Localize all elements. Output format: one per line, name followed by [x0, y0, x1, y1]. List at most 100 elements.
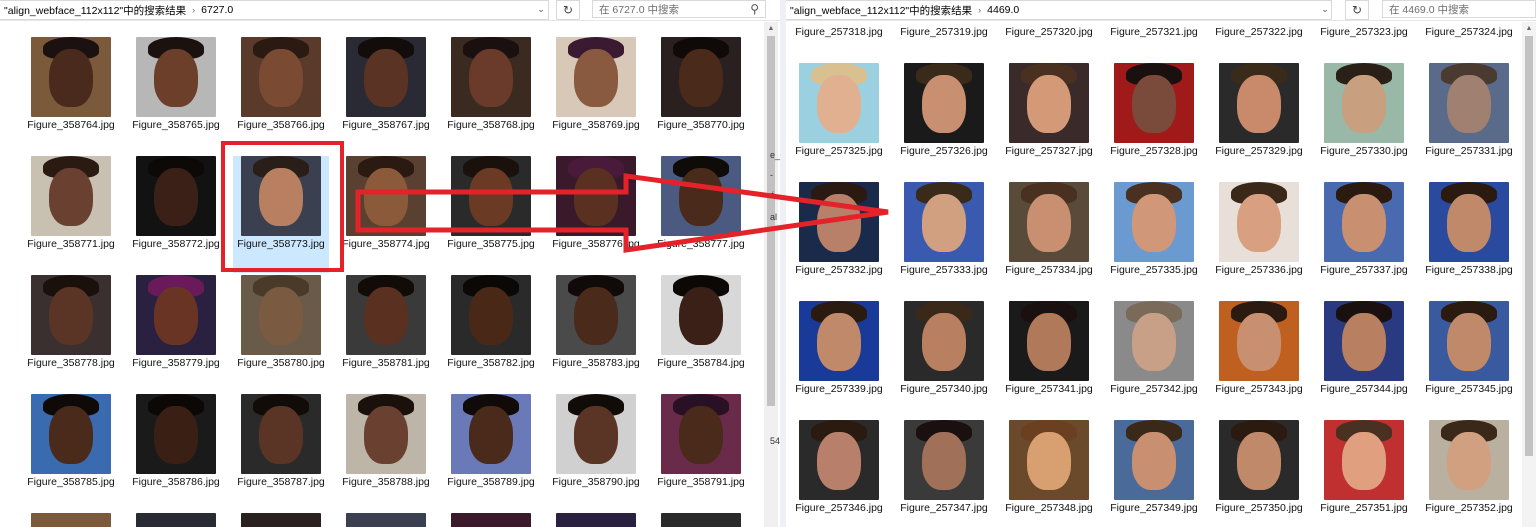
- thumbnail-face: [817, 194, 861, 252]
- file-item[interactable]: Figure_257347.jpg: [896, 420, 992, 515]
- file-item[interactable]: Figure_358787.jpg: [233, 394, 329, 489]
- file-item[interactable]: Figure_257335.jpg: [1106, 182, 1202, 277]
- file-item[interactable]: Figure_358767.jpg: [338, 37, 434, 132]
- file-item[interactable]: Figure_358772.jpg: [128, 156, 224, 251]
- file-item[interactable]: Figure_257349.jpg: [1106, 420, 1202, 515]
- search-placeholder: 在 4469.0 中搜索: [1389, 3, 1469, 16]
- image-thumbnail: [904, 301, 984, 381]
- file-item[interactable]: Figure_257328.jpg: [1106, 63, 1202, 158]
- file-name: Figure_358775.jpg: [447, 238, 535, 250]
- background-window-text: e_: [770, 150, 781, 160]
- breadcrumb-search-results[interactable]: "align_webface_112x112"中的搜索结果: [786, 3, 976, 18]
- file-item[interactable]: Figure_358791.jpg: [653, 394, 749, 489]
- file-item[interactable]: Figure_257342.jpg: [1106, 301, 1202, 396]
- file-item[interactable]: Figure_358785.jpg: [23, 394, 119, 489]
- file-item[interactable]: Figure_257339.jpg: [791, 301, 887, 396]
- file-item[interactable]: Figure_358766.jpg: [233, 37, 329, 132]
- thumbnail-face: [679, 168, 723, 226]
- chevron-down-icon[interactable]: ⌄: [534, 2, 548, 16]
- chevron-right-icon: ›: [192, 5, 196, 15]
- chevron-down-icon[interactable]: ⌄: [1318, 2, 1332, 16]
- file-item[interactable]: Figure_257338.jpg: [1421, 182, 1517, 277]
- file-item[interactable]: Figure_358769.jpg: [548, 37, 644, 132]
- scroll-up-icon[interactable]: ▲: [764, 22, 778, 34]
- file-item[interactable]: Figure_257350.jpg: [1211, 420, 1307, 515]
- file-item[interactable]: Figure_257327.jpg: [1001, 63, 1097, 158]
- file-item[interactable]: Figure_257329.jpg: [1211, 63, 1307, 158]
- file-item[interactable]: Figure_358786.jpg: [128, 394, 224, 489]
- file-item[interactable]: Figure_358775.jpg: [443, 156, 539, 251]
- scroll-up-icon[interactable]: ▲: [1522, 22, 1536, 34]
- file-item[interactable]: Figure_358780.jpg: [233, 275, 329, 370]
- thumbnail-face: [49, 49, 93, 107]
- file-name[interactable]: Figure_257323.jpg: [1316, 26, 1412, 39]
- file-item[interactable]: Figure_358790.jpg: [548, 394, 644, 489]
- scrollbar-thumb[interactable]: [1525, 36, 1533, 456]
- file-item[interactable]: Figure_257332.jpg: [791, 182, 887, 277]
- file-item[interactable]: Figure_358779.jpg: [128, 275, 224, 370]
- image-thumbnail: [1429, 63, 1509, 143]
- file-item[interactable]: Figure_257325.jpg: [791, 63, 887, 158]
- file-item[interactable]: Figure_358788.jpg: [338, 394, 434, 489]
- file-name[interactable]: Figure_257320.jpg: [1001, 26, 1097, 39]
- file-item[interactable]: Figure_257341.jpg: [1001, 301, 1097, 396]
- file-item[interactable]: Figure_358778.jpg: [23, 275, 119, 370]
- file-item[interactable]: Figure_358781.jpg: [338, 275, 434, 370]
- search-input[interactable]: 在 6727.0 中搜索 ⚲: [592, 0, 766, 18]
- image-thumbnail: [556, 513, 636, 527]
- file-item[interactable]: Figure_358784.jpg: [653, 275, 749, 370]
- refresh-button[interactable]: ↻: [1345, 0, 1369, 20]
- image-thumbnail: [31, 156, 111, 236]
- file-item[interactable]: Figure_358765.jpg: [128, 37, 224, 132]
- breadcrumb[interactable]: "align_webface_112x112"中的搜索结果 › 4469.0: [786, 0, 1332, 20]
- image-thumbnail: [799, 301, 879, 381]
- file-name: Figure_257341.jpg: [1005, 383, 1093, 395]
- file-name[interactable]: Figure_257324.jpg: [1421, 26, 1517, 39]
- file-item[interactable]: Figure_358783.jpg: [548, 275, 644, 370]
- file-item[interactable]: Figure_257333.jpg: [896, 182, 992, 277]
- thumbnail-face: [1447, 194, 1491, 252]
- vertical-scrollbar[interactable]: ▲: [1522, 22, 1536, 527]
- file-item[interactable]: Figure_358774.jpg: [338, 156, 434, 251]
- file-name[interactable]: Figure_257318.jpg: [791, 26, 887, 39]
- thumbnail-face: [817, 75, 861, 133]
- breadcrumb-search-results[interactable]: "align_webface_112x112"中的搜索结果: [0, 3, 190, 18]
- file-item[interactable]: Figure_358771.jpg: [23, 156, 119, 251]
- search-input[interactable]: 在 4469.0 中搜索: [1382, 0, 1536, 18]
- thumbnail-face: [259, 287, 303, 345]
- file-item[interactable]: Figure_358770.jpg: [653, 37, 749, 132]
- file-item[interactable]: Figure_257331.jpg: [1421, 63, 1517, 158]
- file-item[interactable]: Figure_257345.jpg: [1421, 301, 1517, 396]
- breadcrumb[interactable]: "align_webface_112x112"中的搜索结果 › 6727.0: [0, 0, 549, 20]
- file-item[interactable]: Figure_358768.jpg: [443, 37, 539, 132]
- breadcrumb-folder[interactable]: 4469.0: [983, 4, 1023, 16]
- thumbnail-face: [817, 313, 861, 371]
- file-item[interactable]: Figure_358789.jpg: [443, 394, 539, 489]
- file-item[interactable]: Figure_257334.jpg: [1001, 182, 1097, 277]
- vertical-scrollbar[interactable]: ▲: [764, 22, 778, 527]
- file-item[interactable]: Figure_358764.jpg: [23, 37, 119, 132]
- file-item[interactable]: Figure_257348.jpg: [1001, 420, 1097, 515]
- file-name[interactable]: Figure_257319.jpg: [896, 26, 992, 39]
- file-item[interactable]: Figure_257343.jpg: [1211, 301, 1307, 396]
- breadcrumb-folder[interactable]: 6727.0: [197, 4, 237, 16]
- thumbnail-face: [1447, 432, 1491, 490]
- file-item[interactable]: Figure_257344.jpg: [1316, 301, 1412, 396]
- file-item[interactable]: Figure_257346.jpg: [791, 420, 887, 515]
- file-item[interactable]: Figure_257337.jpg: [1316, 182, 1412, 277]
- file-item[interactable]: Figure_358776.jpg: [548, 156, 644, 251]
- file-item[interactable]: Figure_257351.jpg: [1316, 420, 1412, 515]
- file-item[interactable]: Figure_257340.jpg: [896, 301, 992, 396]
- file-name[interactable]: Figure_257321.jpg: [1106, 26, 1202, 39]
- thumbnail-face: [49, 168, 93, 226]
- file-item[interactable]: Figure_257352.jpg: [1421, 420, 1517, 515]
- file-item[interactable]: Figure_257326.jpg: [896, 63, 992, 158]
- address-bar: "align_webface_112x112"中的搜索结果 › 6727.0 ⌄…: [0, 0, 780, 21]
- file-item[interactable]: Figure_257336.jpg: [1211, 182, 1307, 277]
- file-item[interactable]: Figure_358782.jpg: [443, 275, 539, 370]
- file-item[interactable]: Figure_358773.jpg: [233, 156, 329, 273]
- file-item[interactable]: Figure_358777.jpg: [653, 156, 749, 251]
- file-item[interactable]: Figure_257330.jpg: [1316, 63, 1412, 158]
- file-name[interactable]: Figure_257322.jpg: [1211, 26, 1307, 39]
- refresh-button[interactable]: ↻: [556, 0, 580, 20]
